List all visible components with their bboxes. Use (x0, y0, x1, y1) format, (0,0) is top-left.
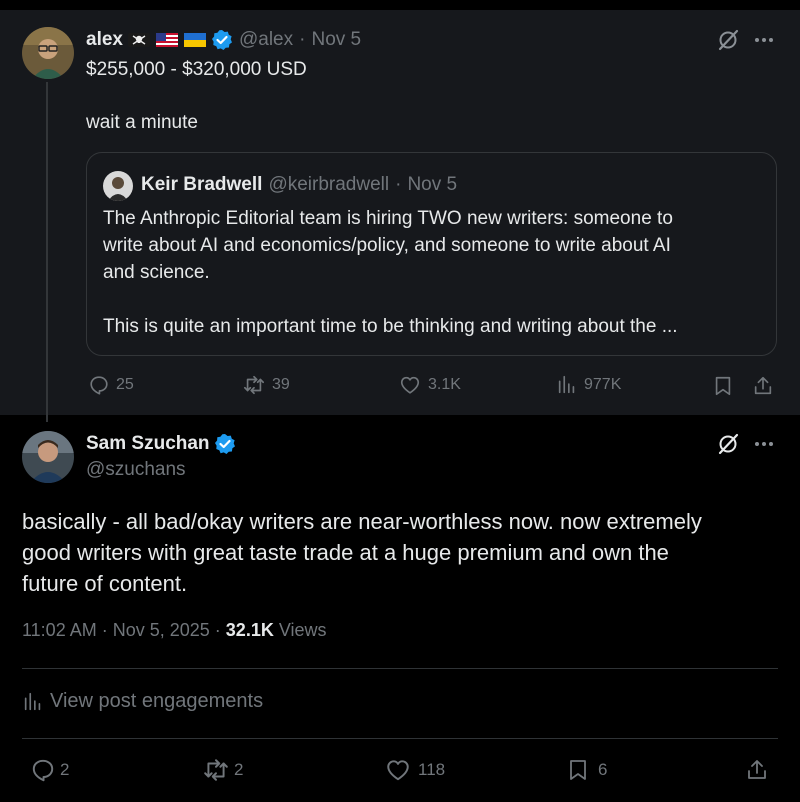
separator-dot: · (395, 174, 402, 195)
grok-icon[interactable] (716, 432, 740, 456)
bookmark-button[interactable]: 6 (566, 757, 607, 783)
more-options-icon[interactable] (752, 30, 776, 50)
repost-icon (204, 759, 228, 781)
share-button[interactable] (745, 757, 769, 783)
quoted-author-handle[interactable]: @keirbradwell (268, 174, 389, 196)
views-count: 32.1K (225, 620, 274, 640)
reply-count: 2 (60, 760, 70, 779)
repost-button[interactable]: 39 (242, 374, 290, 396)
reply-icon (90, 376, 108, 395)
divider (22, 668, 778, 669)
share-icon (748, 760, 766, 779)
heart-icon (387, 760, 409, 781)
view-engagements-link[interactable]: View post engagements (22, 690, 263, 713)
view-engagements-label: View post engagements (50, 690, 264, 712)
repost-count: 39 (272, 376, 290, 393)
share-icon (754, 376, 772, 395)
bookmark-button[interactable] (712, 374, 734, 398)
verified-badge-icon[interactable] (214, 433, 236, 455)
main-author-handle[interactable]: @szuchans (86, 459, 186, 481)
repost-button[interactable]: 2 (202, 757, 243, 783)
separator-dot: · (214, 620, 226, 640)
parent-post-text-line1: $255,000 - $320,000 USD (86, 59, 307, 80)
more-options-icon[interactable] (752, 434, 776, 454)
quoted-author-name[interactable]: Keir Bradwell (141, 174, 262, 196)
like-button[interactable]: 3.1K (398, 374, 461, 396)
quoted-text-line4: This is quite an important time to be th… (103, 316, 678, 337)
parent-author-name[interactable]: alex (86, 29, 123, 51)
views-button[interactable]: 977K (556, 374, 621, 396)
quoted-text-line3: and science. (103, 262, 210, 283)
us-flag-icon (155, 31, 179, 49)
main-author-name[interactable]: Sam Szuchan (86, 433, 210, 455)
post-timestamp[interactable]: 11:02 AM · Nov 5, 2025 (22, 620, 210, 640)
avatar-sam[interactable] (22, 431, 74, 483)
repost-count: 2 (234, 760, 244, 779)
like-count: 3.1K (428, 376, 461, 393)
avatar-alex[interactable] (22, 27, 74, 79)
views-label: Views (278, 620, 327, 640)
verified-badge-icon[interactable] (211, 29, 233, 51)
quoted-text-line2: write about AI and economics/policy, and… (103, 235, 671, 256)
parent-post-text-line2: wait a minute (86, 112, 198, 133)
main-post-text-line3: future of content. (22, 571, 188, 596)
ukraine-flag-icon (183, 31, 207, 49)
quoted-post-card[interactable]: Keir Bradwell @keirbradwell · Nov 5 The … (86, 152, 777, 356)
analytics-icon (24, 692, 41, 710)
views-count: 977K (584, 376, 622, 393)
repost-icon (244, 375, 264, 395)
avatar-keir[interactable] (103, 171, 133, 201)
quoted-author-row: Keir Bradwell @keirbradwell · Nov 5 (141, 173, 457, 197)
main-post-text-line2: good writers with great taste trade at a… (22, 540, 669, 565)
reply-button[interactable]: 2 (30, 757, 69, 783)
post-metadata: 11:02 AM · Nov 5, 2025 · 32.1K Views (22, 620, 327, 641)
parent-author-row: alex @alex · Nov 5 (86, 28, 361, 52)
share-button[interactable] (752, 374, 774, 398)
grok-icon[interactable] (716, 28, 740, 52)
main-author-row: Sam Szuchan (86, 432, 236, 456)
parent-post-date[interactable]: Nov 5 (311, 29, 361, 51)
bookmark-icon (570, 760, 586, 780)
analytics-icon (558, 375, 575, 394)
reply-button[interactable]: 25 (88, 374, 134, 396)
main-post-text-line1: basically - all bad/okay writers are nea… (22, 509, 702, 534)
reply-count: 25 (116, 376, 134, 393)
divider (22, 738, 778, 739)
parent-author-handle[interactable]: @alex (239, 29, 293, 51)
like-count: 118 (418, 760, 446, 779)
reply-icon (32, 759, 54, 782)
pirate-flag-icon (127, 31, 151, 49)
like-button[interactable]: 118 (384, 757, 445, 783)
quoted-post-date[interactable]: Nov 5 (407, 174, 457, 196)
bookmark-count: 6 (598, 760, 608, 779)
main-post-text: basically - all bad/okay writers are nea… (22, 506, 772, 599)
bookmark-icon (715, 376, 731, 396)
separator-dot: · (299, 29, 306, 50)
quoted-text-line1: The Anthropic Editorial team is hiring T… (103, 208, 673, 229)
thread-connector-line (46, 82, 48, 422)
heart-icon (400, 376, 420, 394)
